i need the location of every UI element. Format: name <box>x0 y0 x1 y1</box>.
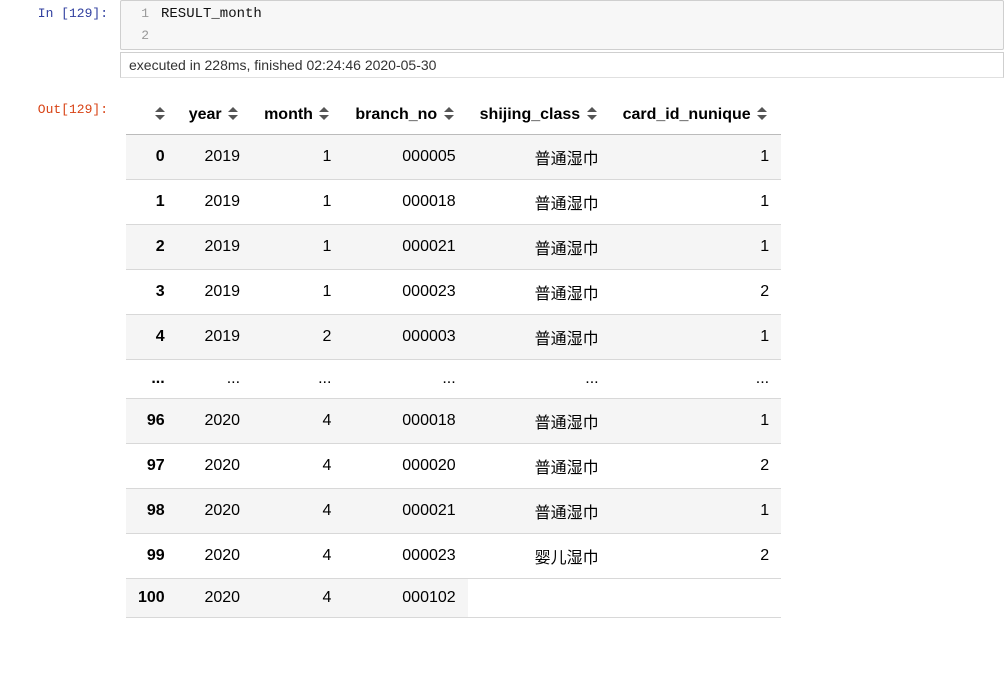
cell-branch-no: ... <box>343 360 467 399</box>
cell-branch-no: 000005 <box>343 135 467 180</box>
row-index: ... <box>126 360 177 399</box>
column-header-year[interactable]: year <box>177 96 252 135</box>
cell-card-id-nunique: 2 <box>611 534 781 579</box>
table-header-row: year month branch_no shijing_class card_… <box>126 96 781 135</box>
row-index: 100 <box>126 579 177 618</box>
cell-month: 1 <box>252 270 343 315</box>
row-index: 3 <box>126 270 177 315</box>
cell-year: 2019 <box>177 180 252 225</box>
table-row: .................. <box>126 360 781 399</box>
row-index: 4 <box>126 315 177 360</box>
cell-month: 4 <box>252 399 343 444</box>
cell-branch-no: 000023 <box>343 534 467 579</box>
column-header-card-id-nunique[interactable]: card_id_nunique <box>611 96 781 135</box>
cell-card-id-nunique: 1 <box>611 225 781 270</box>
row-index: 97 <box>126 444 177 489</box>
cell-shijing-class: 普通湿巾 <box>468 270 611 315</box>
cell-month: 4 <box>252 489 343 534</box>
cell-year: 2019 <box>177 135 252 180</box>
code-editor[interactable]: 1 RESULT_month 2 <box>120 0 1004 50</box>
table-row: 9720204000020普通湿巾2 <box>126 444 781 489</box>
table-row: 120191000018普通湿巾1 <box>126 180 781 225</box>
table-row: 9620204000018普通湿巾1 <box>126 399 781 444</box>
cell-branch-no: 000018 <box>343 399 467 444</box>
cell-card-id-nunique: 2 <box>611 444 781 489</box>
cell-month: 2 <box>252 315 343 360</box>
cell-card-id-nunique: 1 <box>611 399 781 444</box>
column-header-shijing-class[interactable]: shijing_class <box>468 96 611 135</box>
cell-shijing-class: 普通湿巾 <box>468 225 611 270</box>
line-number: 1 <box>121 3 161 25</box>
cell-month: 4 <box>252 534 343 579</box>
cell-branch-no: 000020 <box>343 444 467 489</box>
cell-branch-no: 000102 <box>343 579 467 618</box>
cell-branch-no: 000018 <box>343 180 467 225</box>
cell-year: 2019 <box>177 315 252 360</box>
column-header-month[interactable]: month <box>252 96 343 135</box>
cell-card-id-nunique: 1 <box>611 315 781 360</box>
cell-card-id-nunique: 1 <box>611 489 781 534</box>
table-row: 9920204000023婴儿湿巾2 <box>126 534 781 579</box>
row-index: 0 <box>126 135 177 180</box>
cell-card-id-nunique: ... <box>611 360 781 399</box>
cell-branch-no: 000023 <box>343 270 467 315</box>
row-index: 96 <box>126 399 177 444</box>
cell-month: 1 <box>252 225 343 270</box>
cell-shijing-class: 普通湿巾 <box>468 135 611 180</box>
table-row: 9820204000021普通湿巾1 <box>126 489 781 534</box>
execution-info: executed in 228ms, finished 02:24:46 202… <box>120 52 1004 78</box>
output-cell: Out[129]: year month branch_no shijing_c… <box>0 96 1004 618</box>
output-prompt: Out[129]: <box>0 96 120 117</box>
cell-shijing-class: 普通湿巾 <box>468 315 611 360</box>
cell-branch-no: 000021 <box>343 489 467 534</box>
row-index: 98 <box>126 489 177 534</box>
cell-year: 2020 <box>177 579 252 618</box>
row-index: 2 <box>126 225 177 270</box>
cell-card-id-nunique: 1 <box>611 135 781 180</box>
line-number: 2 <box>121 25 161 47</box>
cell-year: ... <box>177 360 252 399</box>
cell-year: 2020 <box>177 399 252 444</box>
row-index: 1 <box>126 180 177 225</box>
table-row: 320191000023普通湿巾2 <box>126 270 781 315</box>
table-row: 020191000005普通湿巾1 <box>126 135 781 180</box>
cell-year: 2020 <box>177 489 252 534</box>
cell-month: 4 <box>252 579 343 618</box>
column-header-index[interactable] <box>126 96 177 135</box>
cell-shijing-class: 普通湿巾 <box>468 489 611 534</box>
row-index: 99 <box>126 534 177 579</box>
cell-month: 1 <box>252 135 343 180</box>
input-cell: In [129]: 1 RESULT_month 2 executed in 2… <box>0 0 1004 78</box>
table-row: 220191000021普通湿巾1 <box>126 225 781 270</box>
cell-year: 2020 <box>177 534 252 579</box>
cell-shijing-class: 普通湿巾 <box>468 399 611 444</box>
code-text: RESULT_month <box>161 3 262 25</box>
cell-year: 2020 <box>177 444 252 489</box>
cell-month: ... <box>252 360 343 399</box>
cell-shijing-class: 普通湿巾 <box>468 180 611 225</box>
cell-year: 2019 <box>177 270 252 315</box>
dataframe-table: year month branch_no shijing_class card_… <box>126 96 781 618</box>
cell-shijing-class: 普通湿巾 <box>468 444 611 489</box>
cell-shijing-class: ... <box>468 360 611 399</box>
column-header-branch-no[interactable]: branch_no <box>343 96 467 135</box>
table-row: 420192000003普通湿巾1 <box>126 315 781 360</box>
cell-month: 4 <box>252 444 343 489</box>
cell-branch-no: 000003 <box>343 315 467 360</box>
cell-card-id-nunique: 1 <box>611 180 781 225</box>
cell-year: 2019 <box>177 225 252 270</box>
table-row: 10020204000102 <box>126 579 781 618</box>
input-prompt: In [129]: <box>0 0 120 21</box>
cell-month: 1 <box>252 180 343 225</box>
cell-branch-no: 000021 <box>343 225 467 270</box>
cell-card-id-nunique: 2 <box>611 270 781 315</box>
cell-shijing-class: 婴儿湿巾 <box>468 534 611 579</box>
